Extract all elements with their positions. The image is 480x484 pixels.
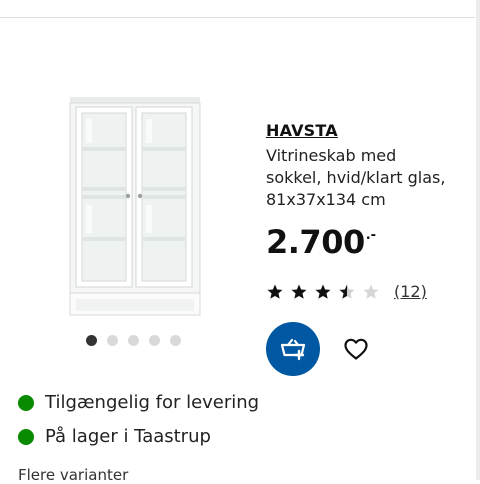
carousel-dot-4[interactable] (149, 335, 160, 346)
availability-delivery-label: Tilgængelig for levering (45, 392, 260, 413)
review-count-link[interactable]: (12) (394, 282, 427, 301)
availability-store-label: På lager i Taastrup (45, 426, 211, 447)
rating-stars (266, 283, 380, 301)
star-empty-icon (363, 284, 379, 299)
status-dot-icon (18, 394, 34, 411)
status-dot-icon (18, 428, 34, 445)
star-icon (267, 284, 283, 299)
price-suffix: .- (365, 228, 377, 243)
carousel-dot-3[interactable] (128, 335, 139, 346)
heart-icon (344, 338, 368, 360)
cart-plus-icon (280, 338, 306, 361)
add-to-cart-button[interactable] (266, 322, 320, 376)
top-divider (0, 17, 475, 18)
carousel-dot-2[interactable] (107, 335, 118, 346)
price-amount: 2.700 (266, 223, 365, 261)
product-description: Vitrineskab med sokkel, hvid/klart glas,… (266, 146, 446, 209)
star-icon (291, 284, 307, 299)
panel-edge (476, 0, 480, 480)
more-variants-link[interactable]: Flere varianter (18, 466, 128, 484)
product-image[interactable] (64, 95, 204, 320)
favorite-button[interactable] (342, 336, 370, 362)
availability-delivery: Tilgængelig for levering (18, 392, 259, 413)
product-rating[interactable]: (12) (266, 282, 427, 301)
availability-store: På lager i Taastrup (18, 426, 211, 447)
star-half-icon (339, 284, 355, 299)
carousel-dot-5[interactable] (170, 335, 181, 346)
image-carousel-dots (86, 335, 181, 346)
product-name[interactable]: HAVSTA (266, 121, 338, 140)
star-icon (315, 284, 331, 299)
product-price: 2.700 .- (266, 222, 376, 262)
carousel-dot-1[interactable] (86, 335, 97, 346)
